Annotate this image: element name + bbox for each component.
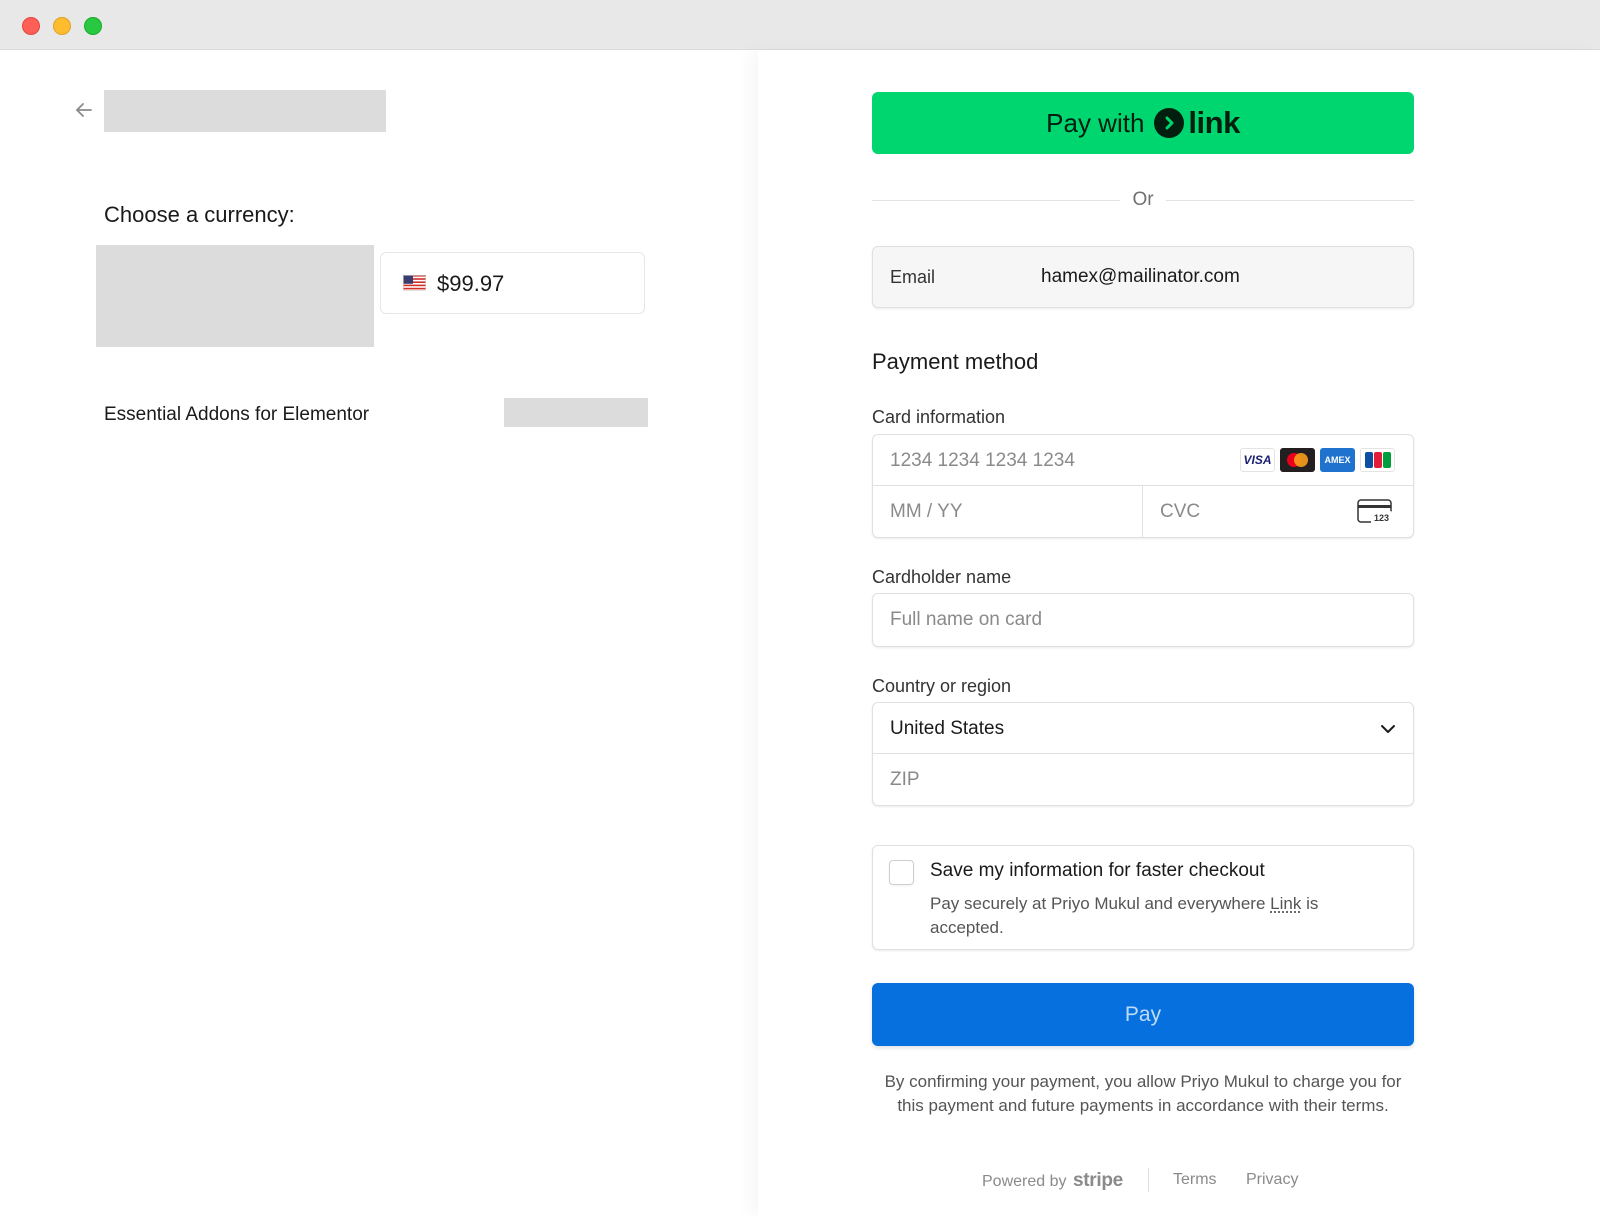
divider-line: [1166, 200, 1414, 201]
checkout-footer: Powered by stripe Terms Privacy: [872, 1168, 1414, 1194]
save-info-checkbox[interactable]: [889, 860, 914, 885]
privacy-link[interactable]: Privacy: [1246, 1171, 1298, 1189]
country-value: United States: [890, 718, 1005, 739]
amex-icon: AMEX: [1320, 448, 1355, 472]
link-logo: link: [1154, 105, 1240, 141]
link-logo-text: link: [1188, 105, 1240, 140]
currency-amount: $99.97: [437, 271, 505, 296]
email-field[interactable]: Email hamex@mailinator.com: [872, 246, 1414, 308]
product-name: Essential Addons for Elementor: [104, 404, 370, 425]
powered-by-text: Powered by: [982, 1173, 1067, 1190]
window-close-button[interactable]: [22, 17, 40, 35]
pay-button[interactable]: Pay: [872, 983, 1414, 1046]
redacted-product-price: [504, 398, 648, 427]
cardholder-placeholder: Full name on card: [890, 609, 1043, 630]
email-value: hamex@mailinator.com: [1041, 266, 1240, 287]
card-expiry-input[interactable]: MM / YY: [873, 486, 1143, 538]
order-summary-pane: Choose a currency: $99.97 Essential Addo…: [0, 50, 758, 1216]
mastercard-icon: [1280, 448, 1315, 472]
save-info-description: Pay securely at Priyo Mukul and everywhe…: [930, 892, 1370, 940]
zip-placeholder: ZIP: [890, 769, 920, 790]
powered-by-stripe[interactable]: Powered by stripe: [982, 1170, 1123, 1192]
save-info-desc-text: Pay securely at Priyo Mukul and everywhe…: [930, 894, 1271, 913]
zip-input[interactable]: ZIP: [873, 754, 1413, 806]
pay-with-link-button[interactable]: Pay with link: [872, 92, 1414, 154]
or-divider: Or: [872, 188, 1414, 212]
currency-title: Choose a currency:: [104, 202, 295, 227]
cvc-card-icon: 123: [1357, 499, 1393, 525]
browser-window: Choose a currency: $99.97 Essential Addo…: [0, 0, 1600, 1216]
country-zip-group: United States ZIP: [872, 702, 1414, 806]
email-label: Email: [890, 267, 936, 287]
link-chevron-icon: [1154, 108, 1185, 138]
save-info-title: Save my information for faster checkout: [930, 860, 1265, 881]
card-information-group: 1234 1234 1234 1234 VISA AMEX MM / YY CV…: [872, 434, 1414, 538]
save-info-box: Save my information for faster checkout …: [872, 845, 1414, 950]
visa-icon: VISA: [1240, 448, 1275, 472]
link-info-link[interactable]: Link: [1270, 894, 1301, 913]
legal-text: By confirming your payment, you allow Pr…: [884, 1072, 1402, 1115]
country-select[interactable]: United States: [873, 703, 1413, 754]
card-cvc-input[interactable]: CVC 123: [1143, 486, 1413, 538]
payment-method-title: Payment method: [872, 349, 1039, 374]
expiry-placeholder: MM / YY: [890, 501, 963, 522]
card-brand-logos: VISA AMEX: [1240, 448, 1395, 472]
terms-link[interactable]: Terms: [1173, 1171, 1217, 1189]
country-label: Country or region: [872, 676, 1012, 696]
stripe-logo: stripe: [1072, 1170, 1123, 1191]
redacted-currency-option: [96, 245, 374, 347]
arrow-left-icon[interactable]: [72, 98, 96, 122]
card-number-input[interactable]: 1234 1234 1234 1234 VISA AMEX: [873, 435, 1413, 486]
currency-option-usd[interactable]: $99.97: [380, 252, 645, 314]
card-information-label: Card information: [872, 407, 1006, 427]
cardholder-name-label: Cardholder name: [872, 567, 1012, 587]
window-titlebar: [0, 0, 1600, 50]
redacted-merchant-logo: [104, 90, 386, 132]
jcb-icon: [1360, 448, 1395, 472]
link-button-label: Pay with: [1046, 107, 1145, 138]
footer-divider: [1148, 1168, 1149, 1192]
window-minimize-button[interactable]: [53, 17, 71, 35]
chevron-down-icon: [1381, 725, 1395, 733]
card-number-placeholder: 1234 1234 1234 1234: [890, 450, 1075, 471]
cvc-icon-digits: 123: [1374, 513, 1389, 523]
window-maximize-button[interactable]: [84, 17, 102, 35]
cvc-placeholder: CVC: [1160, 501, 1201, 522]
pay-button-label: Pay: [1124, 1002, 1162, 1026]
us-flag-icon: [403, 275, 426, 291]
cardholder-name-input[interactable]: Full name on card: [872, 593, 1414, 647]
